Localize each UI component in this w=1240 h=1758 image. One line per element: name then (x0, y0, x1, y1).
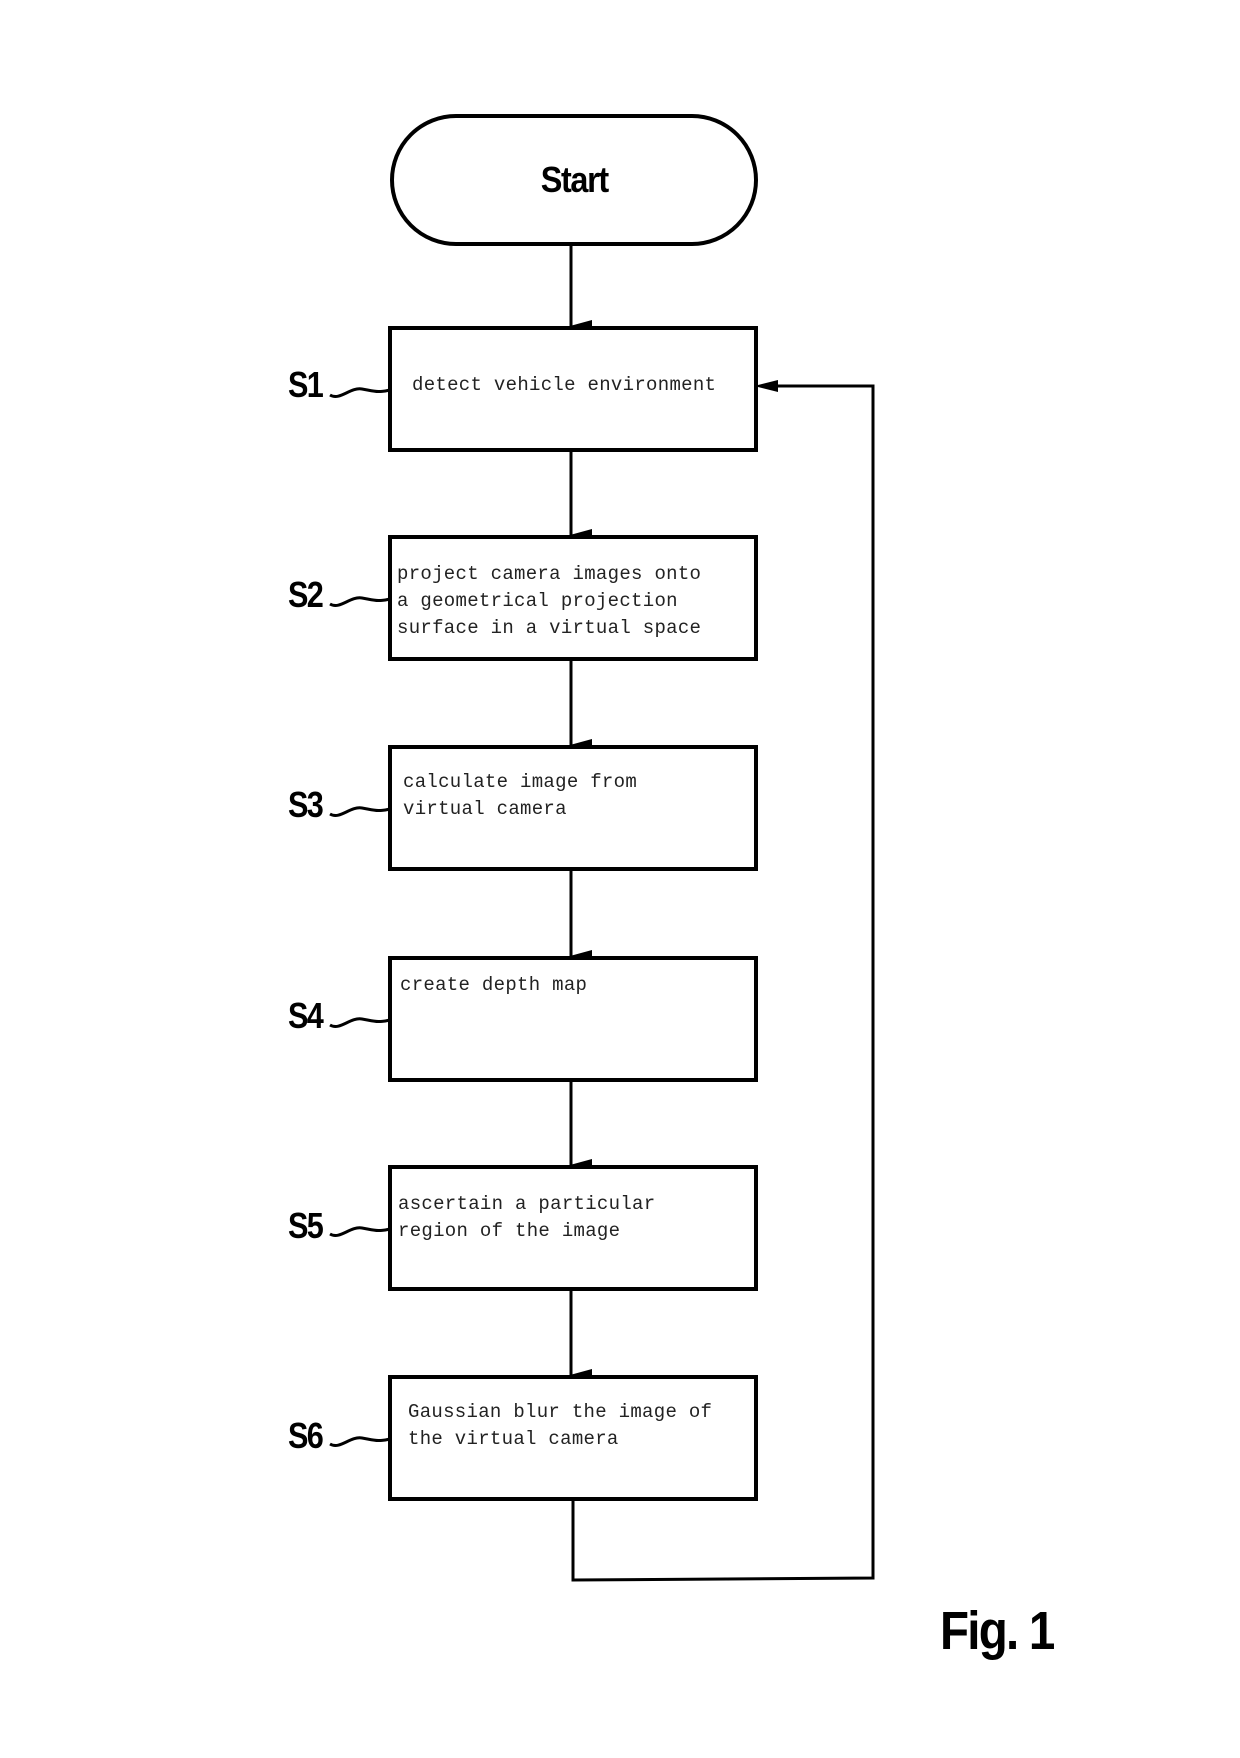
leader-line-s1 (329, 387, 391, 398)
step-box-s6: Gaussian blur the image of the virtual c… (388, 1375, 758, 1501)
step-label-s4: S4 (288, 995, 324, 1036)
start-label: Start (540, 159, 608, 200)
leader-line-s6 (329, 1436, 391, 1447)
step-label-s6: S6 (288, 1415, 324, 1456)
step-label-s3: S3 (288, 784, 324, 825)
step-label-s1: S1 (288, 364, 324, 405)
step-text-s3: calculate image from virtual camera (403, 771, 638, 820)
leader-line-s3 (329, 806, 391, 817)
step-box-s2: project camera images onto a geometrical… (388, 535, 758, 661)
step-text-s6: Gaussian blur the image of the virtual c… (408, 1401, 713, 1450)
step-box-s4: create depth map (388, 956, 758, 1082)
step-text-s1: detect vehicle environment (412, 374, 717, 396)
step-text-s4: create depth map (400, 974, 588, 996)
leader-line-s5 (329, 1226, 391, 1237)
step-box-s1: detect vehicle environment (388, 326, 758, 452)
step-text-s5: ascertain a particular region of the ima… (398, 1193, 656, 1242)
leader-line-s2 (329, 596, 391, 607)
step-box-s3: calculate image from virtual camera (388, 745, 758, 871)
leader-line-s4 (329, 1017, 391, 1028)
step-label-s2: S2 (288, 574, 324, 615)
figure-label: Fig. 1 (940, 1601, 1055, 1661)
start-terminal: Start (390, 114, 758, 246)
step-label-s5: S5 (288, 1205, 324, 1246)
step-text-s2: project camera images onto a geometrical… (397, 563, 702, 639)
step-box-s5: ascertain a particular region of the ima… (388, 1165, 758, 1291)
